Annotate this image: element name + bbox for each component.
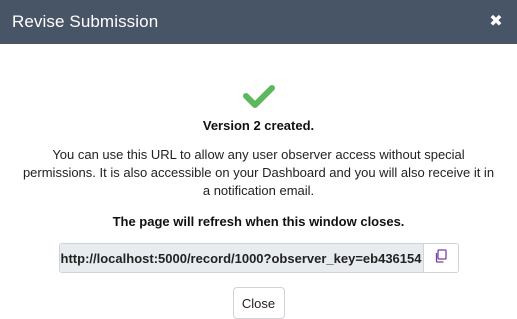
refresh-notice: The page will refresh when this window c…	[112, 214, 405, 229]
success-heading: Version 2 created.	[202, 118, 315, 133]
close-icon[interactable]: ✖	[485, 11, 507, 33]
copy-icon	[434, 248, 448, 268]
copy-url-button[interactable]	[423, 244, 458, 272]
modal-body: Version 2 created. You can use this URL …	[0, 44, 517, 319]
modal-header: Revise Submission ✖	[0, 0, 517, 44]
checkmark-icon	[242, 84, 275, 108]
close-button[interactable]: Close	[232, 287, 285, 319]
modal-title: Revise Submission	[12, 12, 159, 31]
revise-submission-modal: Revise Submission ✖ Version 2 created. Y…	[0, 0, 517, 319]
observer-url-field[interactable]: http://localhost:5000/record/1000?observ…	[59, 244, 424, 272]
url-description: You can use this URL to allow any user o…	[22, 147, 495, 198]
url-input-group: http://localhost:5000/record/1000?observ…	[58, 243, 459, 273]
